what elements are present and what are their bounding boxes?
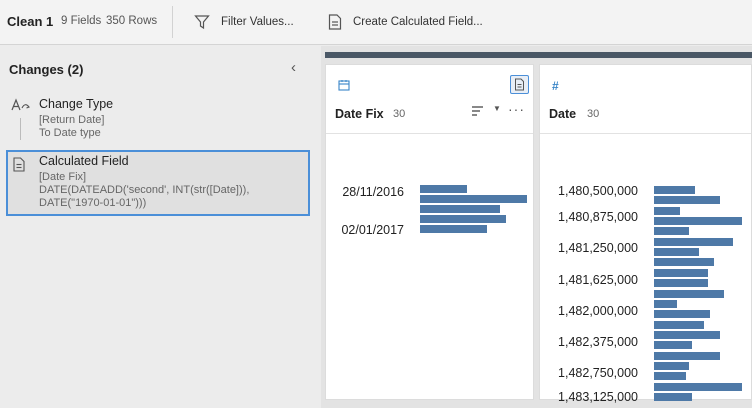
axis-tick-label: 1,482,000,000 — [558, 304, 638, 318]
profile-card-date-fix[interactable]: Date Fix 30 ▼ ··· 28/11/2016 02/01/2017 — [325, 64, 534, 400]
axis-tick-label: 1,481,250,000 — [558, 241, 638, 255]
axis-tick-label: 02/01/2017 — [341, 223, 404, 237]
filter-icon — [194, 15, 210, 30]
change-item-calculated-field[interactable]: Calculated Field [Date Fix] DATE(DATEADD… — [6, 150, 310, 216]
histogram-bar[interactable] — [654, 310, 710, 319]
histogram-bar[interactable] — [654, 361, 689, 370]
axis-tick-label: 1,480,500,000 — [558, 184, 638, 198]
histogram-bar[interactable] — [420, 225, 487, 233]
histogram-bar[interactable] — [654, 372, 686, 381]
axis-tick-label: 1,481,625,000 — [558, 273, 638, 287]
axis-tick-label: 1,482,750,000 — [558, 366, 638, 380]
histogram-bar[interactable] — [654, 206, 680, 215]
histogram-bar[interactable] — [654, 382, 742, 391]
histogram-bar[interactable] — [654, 258, 714, 267]
calculated-field-icon[interactable] — [510, 75, 529, 94]
histogram-bar[interactable] — [654, 289, 724, 298]
sort-dropdown-chevron-down-icon[interactable]: ▼ — [493, 104, 501, 113]
axis-tick-label: 1,480,875,000 — [558, 210, 638, 224]
histogram-bar[interactable] — [654, 341, 692, 350]
change-item-formula-line-1: DATE(DATEADD('second', INT(str([Date])), — [39, 184, 250, 196]
distinct-count: 30 — [587, 108, 600, 120]
changes-panel: Changes (2) ‹ Change Type [Return Date] … — [0, 46, 320, 408]
profile-card-date[interactable]: # Date 30 1,480,500,000 1,480,875,000 1,48… — [539, 64, 752, 404]
field-count: 9 Fields — [61, 15, 102, 27]
histogram-bar[interactable] — [654, 279, 708, 288]
change-item-field: [Return Date] — [39, 114, 105, 126]
field-name: Date Fix — [335, 107, 384, 121]
hash-icon: # — [552, 79, 559, 93]
change-item-formula-line-2: DATE("1970-01-01"))) — [39, 197, 147, 209]
sort-icon[interactable] — [472, 105, 484, 119]
histogram-bar[interactable] — [654, 393, 692, 401]
flow-step-title: Clean 1 — [7, 14, 54, 29]
more-options-icon[interactable]: ··· — [508, 101, 525, 117]
axis-tick-label: 1,483,125,000 — [558, 390, 638, 404]
calculated-field-icon — [328, 14, 342, 30]
histogram-bar[interactable] — [654, 330, 720, 339]
create-calculated-field-label: Create Calculated Field... — [353, 16, 483, 28]
change-item-title: Calculated Field — [39, 154, 129, 168]
histogram-bar[interactable] — [654, 299, 677, 308]
histogram-bar[interactable] — [420, 185, 467, 193]
histogram-bar[interactable] — [420, 195, 527, 203]
histogram-bar[interactable] — [654, 248, 699, 257]
histogram-bar[interactable] — [654, 268, 708, 277]
row-count: 350 Rows — [106, 15, 158, 27]
card-header-divider — [326, 133, 533, 134]
histogram-bar[interactable] — [654, 227, 689, 236]
histogram-bar[interactable] — [654, 186, 695, 194]
histogram-bar[interactable] — [654, 237, 733, 246]
distinct-count: 30 — [393, 108, 406, 120]
toolbar-divider — [172, 6, 173, 38]
horizontal-scrollbar[interactable] — [325, 52, 752, 58]
change-item-title: Change Type — [39, 97, 114, 111]
change-connector-line — [20, 118, 21, 140]
histogram-bar[interactable] — [420, 205, 500, 213]
changes-title: Changes (2) — [9, 62, 84, 77]
change-item-change-type[interactable]: Change Type [Return Date] To Date type — [6, 94, 310, 144]
histogram-bar[interactable] — [654, 196, 720, 205]
change-type-icon — [11, 98, 30, 111]
profile-pane: Date Fix 30 ▼ ··· 28/11/2016 02/01/2017 #… — [321, 46, 752, 408]
field-name: Date — [549, 107, 577, 121]
card-header-divider — [540, 133, 751, 134]
change-item-detail: To Date type — [39, 127, 101, 139]
filter-values-button[interactable]: Filter Values... — [194, 10, 294, 34]
axis-tick-label: 28/11/2016 — [342, 185, 404, 199]
histogram-bar[interactable] — [420, 215, 506, 223]
change-item-field: [Date Fix] — [39, 171, 87, 183]
histogram-bar[interactable] — [654, 320, 704, 329]
collapse-chevron-icon[interactable]: ‹ — [291, 60, 305, 76]
axis-tick-label: 1,482,375,000 — [558, 335, 638, 349]
calculated-field-icon — [13, 157, 25, 172]
toolbar: Clean 1 9 Fields 350 Rows Filter Values.… — [0, 0, 752, 45]
create-calculated-field-button[interactable]: Create Calculated Field... — [328, 10, 483, 34]
filter-values-label: Filter Values... — [221, 16, 294, 28]
histogram-bar[interactable] — [654, 351, 720, 360]
histogram-bar[interactable] — [654, 217, 742, 226]
calendar-icon — [338, 79, 350, 94]
